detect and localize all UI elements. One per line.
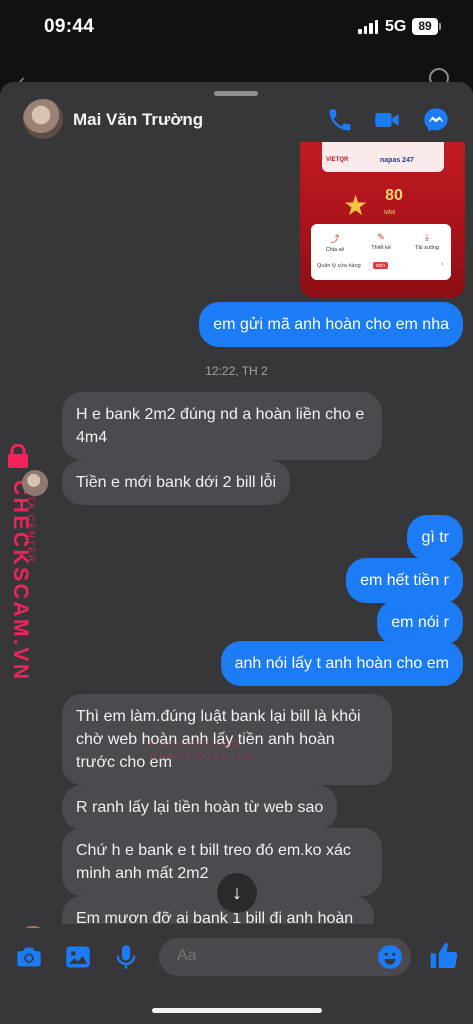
camera-icon[interactable] (15, 943, 43, 971)
partner-logo: napas 247 (380, 157, 414, 164)
message-bubble-incoming[interactable]: R ranh lấy lại tiền hoàn từ web sao (62, 785, 338, 830)
brush-icon: ✎ (377, 232, 385, 242)
shared-image[interactable]: VIETQR napas 247 ★ 80 NĂM ⤴ Chia sẻ ✎ Thiế… (300, 142, 465, 298)
emoji-icon[interactable] (377, 944, 403, 970)
new-badge: MỚI (373, 262, 388, 269)
message-bubble-incoming[interactable]: H e bank 2m2 đúng nd a hoàn liền cho e 4… (62, 392, 382, 460)
battery-icon: 89 (412, 18, 441, 35)
home-indicator (152, 1008, 322, 1013)
chevron-right-icon: › (441, 261, 444, 268)
message-bubble-incoming[interactable]: Tiền e mới bank dới 2 bill lỗi (62, 460, 291, 505)
message-input-field[interactable] (159, 938, 411, 976)
status-bar: 09:44 5G 89 (0, 0, 473, 56)
message-bubble-outgoing[interactable]: em gửi mã anh hoàn cho em nha (199, 302, 463, 347)
download-action: ⤓ Tải xuống (407, 232, 447, 251)
lock-icon (8, 444, 28, 468)
message-list[interactable]: VIETQR napas 247 ★ 80 NĂM ⤴ Chia sẻ ✎ Thiế… (0, 134, 473, 924)
download-icon: ⤓ (425, 232, 429, 242)
share-icon: ⤴ (330, 234, 340, 244)
message-bubble-outgoing[interactable]: em nói r (377, 600, 463, 645)
message-bubble-outgoing[interactable]: em hết tiền r (346, 558, 463, 603)
scroll-down-button[interactable]: ↓ (217, 873, 257, 913)
message-bubble-outgoing[interactable]: anh nói lấy t anh hoàn cho em (220, 641, 463, 686)
status-time: 09:44 (44, 16, 95, 37)
design-action: ✎ Thiết kế (361, 232, 401, 251)
share-action: ⤴ Chia sẻ (315, 232, 355, 253)
gallery-icon[interactable] (64, 943, 92, 971)
signal-icon (358, 20, 380, 34)
anniversary-unit: NĂM (384, 210, 396, 216)
watermark-center: DATA CENTER CHECKSCAM.VN (150, 740, 255, 763)
avatar[interactable] (23, 99, 63, 139)
phone-icon[interactable] (326, 106, 354, 134)
messenger-icon[interactable] (422, 106, 450, 134)
contact-name[interactable]: Mai Văn Trường (73, 110, 203, 130)
bank-logo: VIETQR (326, 157, 349, 163)
message-bubble-outgoing[interactable]: gì tr (407, 515, 463, 560)
store-label: Quản lý cửa hàng (317, 263, 361, 269)
microphone-icon[interactable] (112, 943, 140, 971)
avatar (22, 470, 48, 496)
message-timestamp: 12:22, TH 2 (205, 364, 268, 378)
network-label: 5G (385, 18, 407, 35)
thumbs-up-icon[interactable] (428, 940, 460, 972)
message-input[interactable] (177, 947, 367, 965)
video-call-icon[interactable] (373, 106, 401, 134)
star-icon: ★ (343, 190, 369, 221)
image-action-panel: ⤴ Chia sẻ ✎ Thiết kế ⤓ Tải xuống Quản lý cử… (311, 224, 451, 280)
